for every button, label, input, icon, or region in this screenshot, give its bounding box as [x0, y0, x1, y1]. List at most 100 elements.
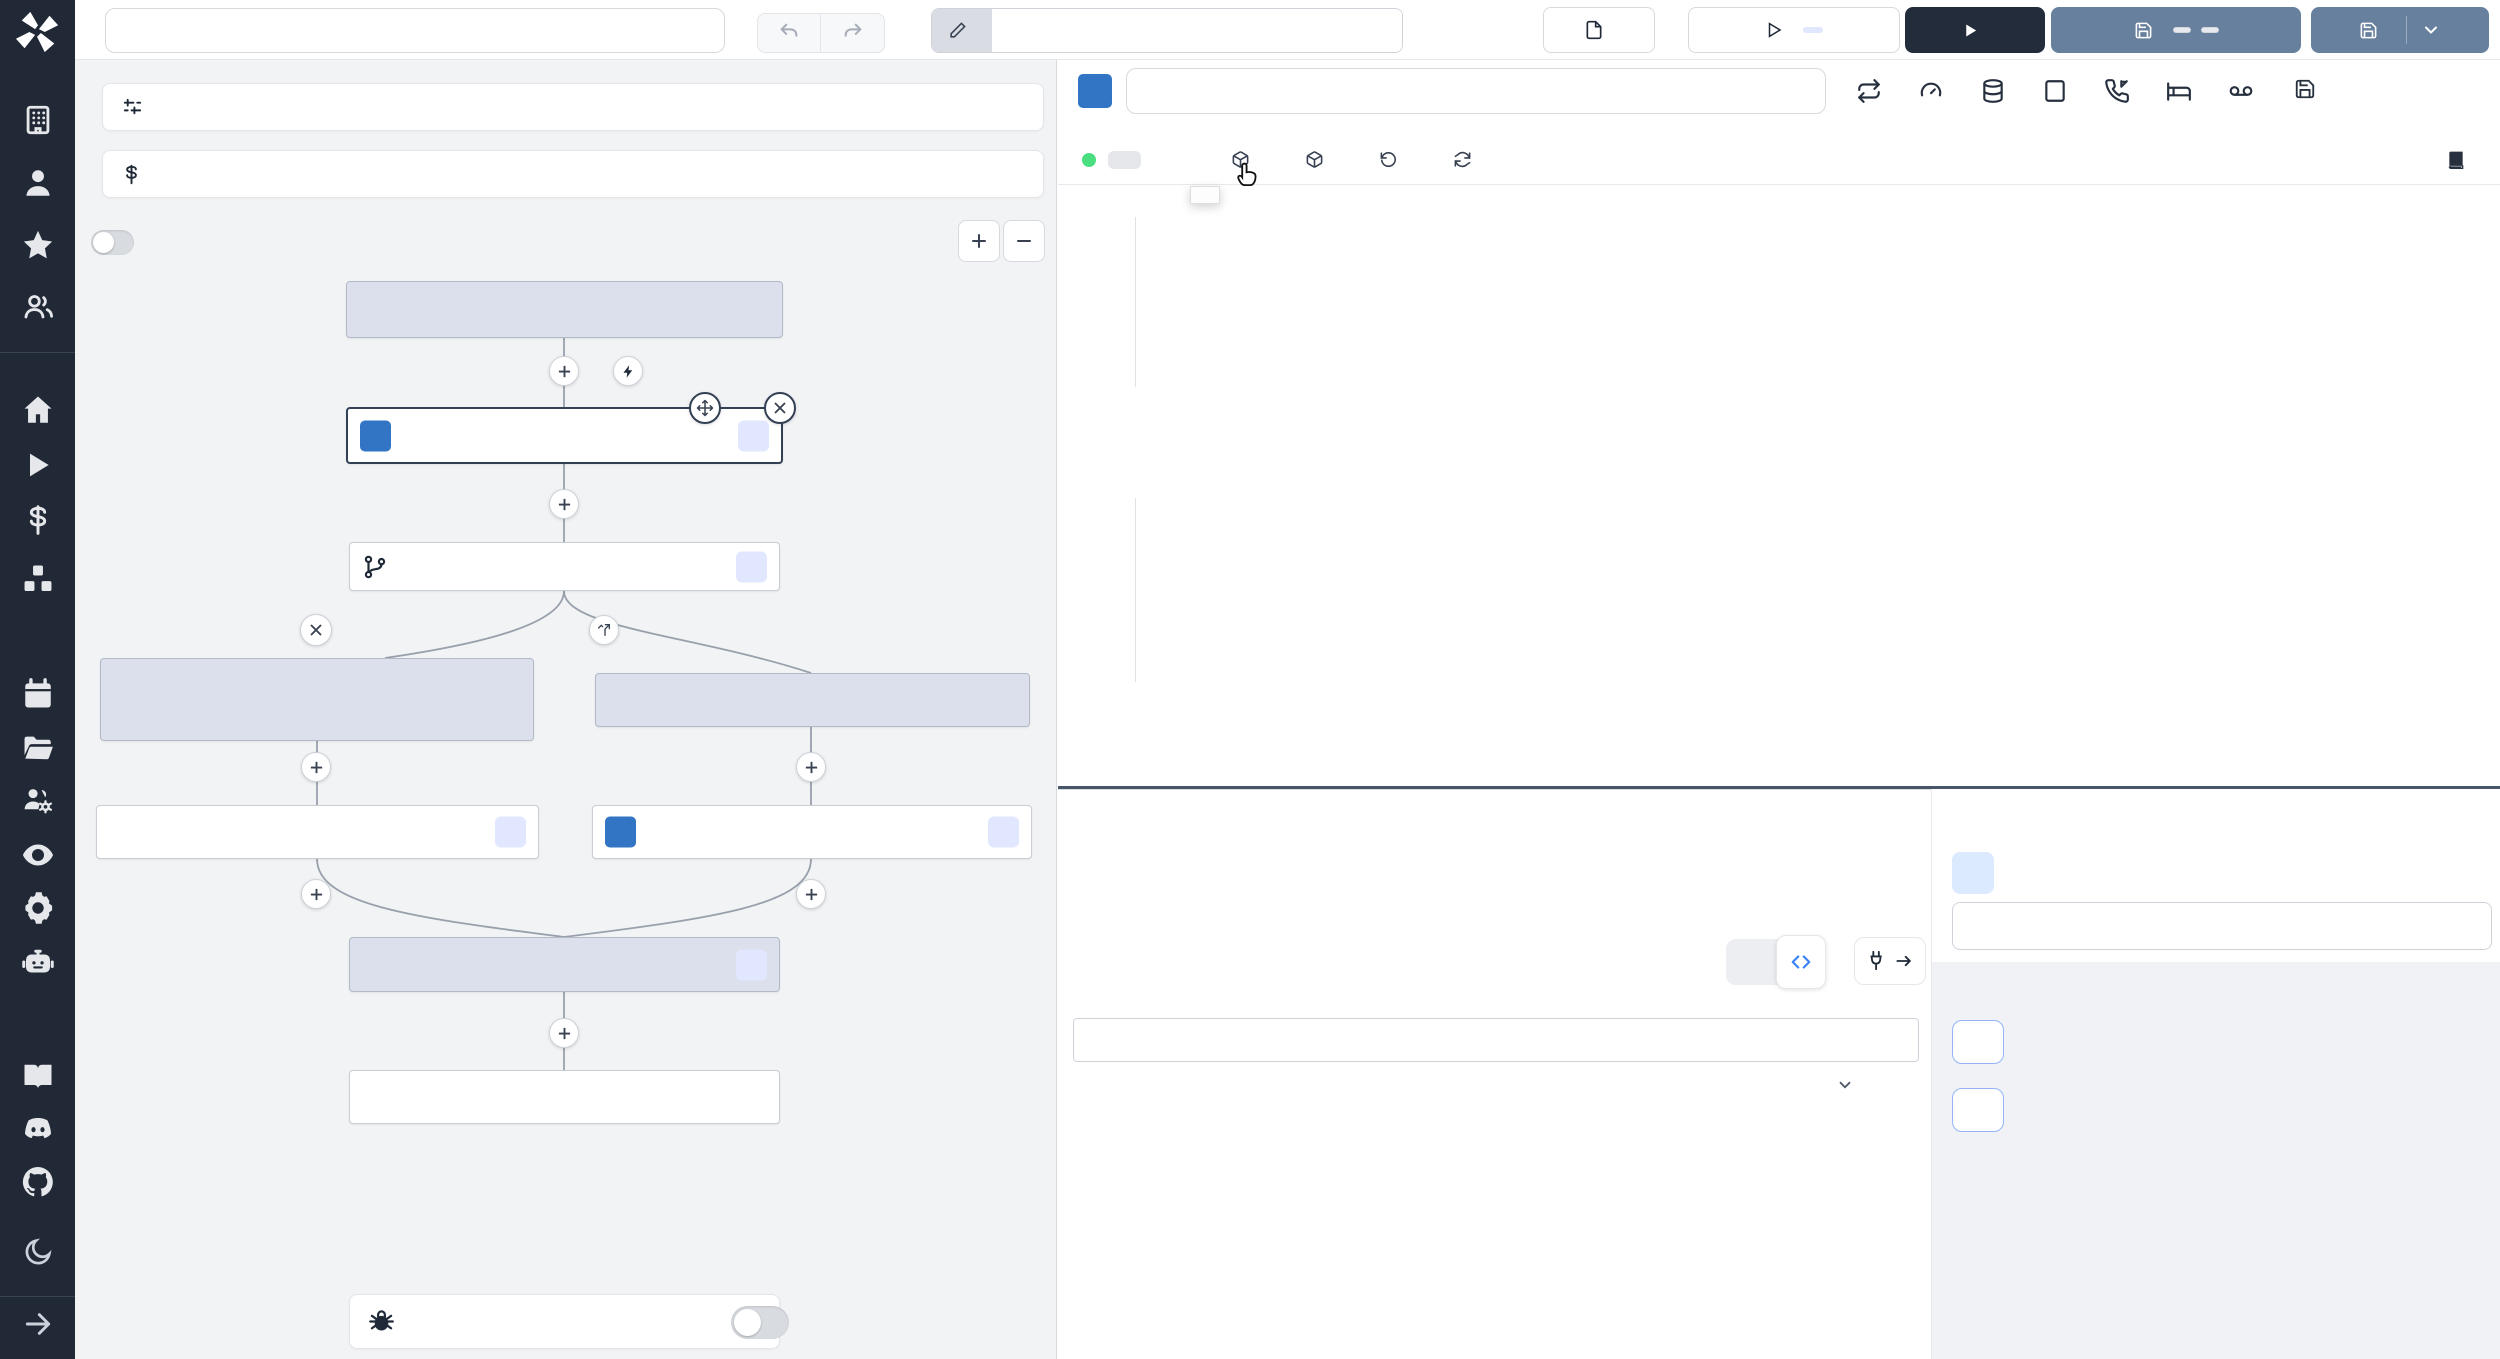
typescript-badge: [360, 420, 391, 451]
sidebar-item-runs[interactable]: [22, 449, 54, 481]
variables-expand-button[interactable]: [1952, 1020, 2004, 1064]
resources-expand-button[interactable]: [1952, 1088, 2004, 1132]
add-step-button[interactable]: [301, 752, 331, 782]
sidebar-item-ai[interactable]: [20, 944, 56, 980]
flow-node-input[interactable]: [346, 281, 783, 338]
path-label-section[interactable]: [932, 9, 992, 52]
save-draft-button[interactable]: [2051, 7, 2301, 53]
delete-node-button[interactable]: [764, 392, 796, 424]
add-branch-button[interactable]: [589, 615, 619, 645]
play-icon: [1768, 22, 1782, 38]
save-icon: [2295, 79, 2315, 99]
retries-repeat-icon[interactable]: [1856, 78, 1882, 104]
typescript-badge: [605, 816, 636, 848]
undo-button[interactable]: [757, 13, 821, 53]
sleep-bed-icon[interactable]: [2166, 78, 2192, 104]
sidebar-item-favorites[interactable]: [21, 228, 55, 262]
json-button[interactable]: [1543, 7, 1655, 53]
connect-input-plug-button[interactable]: [1854, 937, 1926, 985]
sidebar-item-groups[interactable]: [21, 290, 55, 324]
suspend-phone-icon[interactable]: [2104, 78, 2130, 104]
lsp-status-dot: [1082, 152, 1096, 167]
add-step-button[interactable]: [796, 879, 826, 909]
trigger-zap-button[interactable]: [613, 356, 643, 386]
flow-node-run-one-branch[interactable]: [349, 542, 780, 591]
add-variable-button[interactable]: [1163, 151, 1196, 169]
test-flow-button[interactable]: [1905, 7, 2045, 53]
flow-editor-panel: [75, 60, 1057, 1359]
sidebar-item-docs[interactable]: [20, 1058, 56, 1094]
move-node-button[interactable]: [689, 392, 721, 424]
sidebar-item-user[interactable]: [21, 166, 55, 200]
sidebar-item-resources[interactable]: [21, 562, 55, 596]
github-icon[interactable]: [20, 1164, 56, 1200]
sidebar-item-schedules[interactable]: [21, 677, 55, 711]
test-up-to-button[interactable]: [1688, 7, 1900, 53]
step-name-input[interactable]: [1126, 68, 1826, 114]
flow-node-run-command-branch[interactable]: [100, 658, 534, 741]
sidebar-item-variables[interactable]: [22, 504, 54, 536]
redo-button[interactable]: [821, 13, 885, 53]
remove-branch-button[interactable]: [300, 614, 332, 646]
library-button[interactable]: [2433, 141, 2486, 179]
reset-button[interactable]: [1366, 141, 1418, 178]
path-input[interactable]: [992, 9, 1402, 52]
flow-node-handle-echo-command[interactable]: [96, 805, 539, 859]
flow-node-print-help[interactable]: [592, 805, 1032, 859]
typescript-badge: [1078, 74, 1112, 108]
edit-or-connect-button[interactable]: [1952, 852, 1994, 894]
sidebar-collapse-arrow-icon[interactable]: [22, 1308, 54, 1340]
theme-toggle-moon-icon[interactable]: [22, 1236, 54, 1268]
sidebar-item-folders[interactable]: [21, 731, 55, 765]
error-handler-toggle[interactable]: [731, 1306, 789, 1339]
code-editor-panel: [1058, 60, 2500, 786]
indent-guide: [1135, 217, 1136, 387]
pencil-icon: [950, 22, 966, 38]
sidebar-item-workers[interactable]: [21, 783, 55, 817]
flow-node-result-of-chosen-branch[interactable]: [349, 937, 780, 992]
add-resource-type-button[interactable]: [1292, 141, 1344, 178]
tooltip: [1190, 186, 1220, 204]
add-step-button[interactable]: [549, 489, 579, 519]
lifetime-voicemail-icon[interactable]: [2228, 78, 2254, 104]
flow-title-input[interactable]: [105, 8, 725, 53]
mock-square-icon[interactable]: [2042, 78, 2068, 104]
search-prop-input[interactable]: [1952, 902, 2492, 950]
windmill-logo[interactable]: [15, 9, 61, 55]
discord-icon[interactable]: [20, 1112, 56, 1148]
help-link[interactable]: [1824, 1076, 1854, 1094]
add-step-button[interactable]: [549, 1018, 579, 1048]
undo-redo-group: [757, 13, 885, 53]
chevron-down-icon: [1839, 1081, 1851, 1089]
expression-editor[interactable]: [1073, 1018, 1919, 1062]
flow-node-default-branch[interactable]: [595, 673, 1030, 727]
kbd-ctrl: [2172, 27, 2191, 33]
sidebar-item-settings[interactable]: [20, 890, 56, 926]
chevron-down-icon[interactable]: [2421, 20, 2441, 40]
add-context-var-button[interactable]: [1108, 150, 1141, 169]
play-icon: [1965, 23, 1976, 37]
timeout-gauge-icon[interactable]: [1918, 78, 1944, 104]
indent-guide: [1135, 498, 1136, 682]
add-step-button[interactable]: [549, 356, 579, 386]
node-id-badge: [738, 420, 769, 451]
step-tabs: [1058, 789, 1931, 790]
toggle-knob: [734, 1309, 761, 1336]
assistants-button[interactable]: [1440, 141, 1499, 178]
sidebar-item-home[interactable]: [21, 393, 55, 427]
add-step-button[interactable]: [796, 752, 826, 782]
file-json-icon: [1586, 20, 1602, 40]
error-handler-row[interactable]: [349, 1294, 789, 1349]
connect-panel: [1931, 789, 2500, 1359]
props-section: [1932, 962, 2500, 1359]
expr-mode-button[interactable]: [1776, 935, 1826, 989]
sidebar-divider: [0, 1296, 75, 1297]
rotate-ccw-icon: [1380, 152, 1396, 167]
cache-database-icon[interactable]: [1980, 78, 2006, 104]
flow-node-result[interactable]: [349, 1070, 780, 1124]
sidebar-item-audit-logs[interactable]: [20, 837, 56, 873]
add-step-button[interactable]: [301, 879, 331, 909]
deploy-button[interactable]: [2311, 7, 2489, 53]
save-to-workspace-button[interactable]: [2294, 78, 2326, 100]
sidebar-item-workspace[interactable]: [21, 103, 55, 137]
